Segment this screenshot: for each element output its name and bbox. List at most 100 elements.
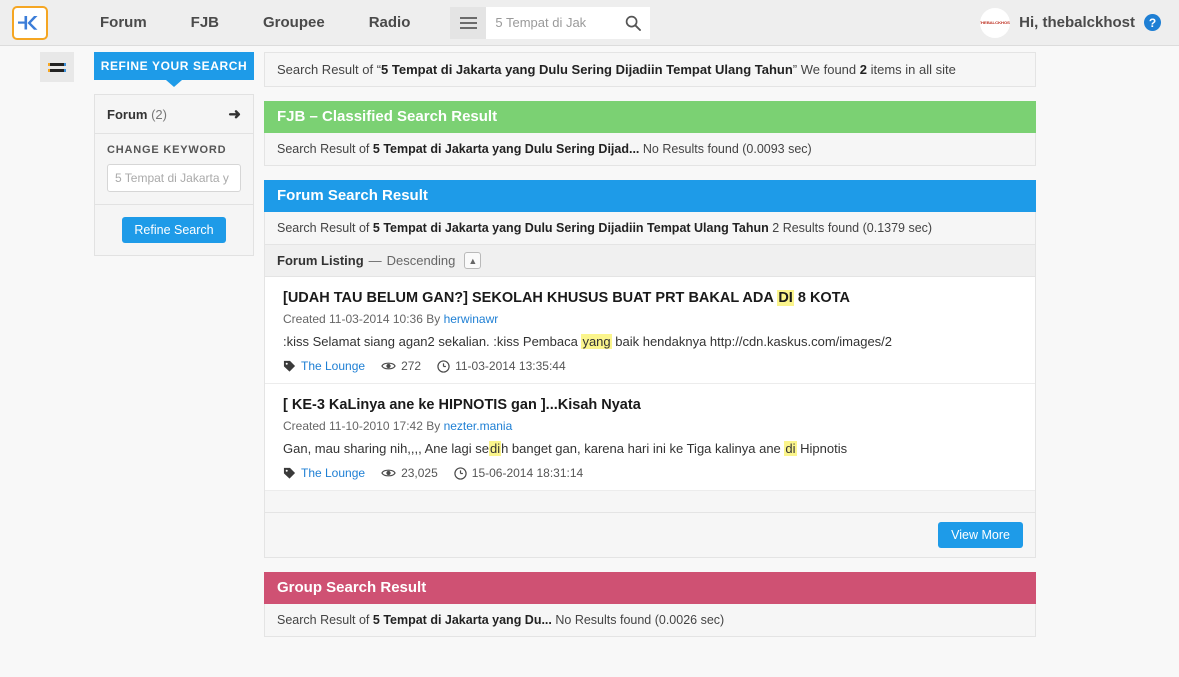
result-author-link[interactable]: herwinawr (444, 312, 499, 326)
fjb-sub-query: 5 Tempat di Jakarta yang Dulu Sering Dij… (372, 142, 640, 156)
result-forum-tag[interactable]: The Lounge (283, 359, 365, 373)
snippet-highlight: di (488, 441, 502, 456)
result-timestamp-value: 11-03-2014 13:35:44 (455, 359, 566, 373)
keyword-input[interactable]: 5 Tempat di Jakarta y (107, 164, 241, 192)
result-title[interactable]: [UDAH TAU BELUM GAN?] SEKOLAH KHUSUS BUA… (283, 289, 883, 308)
forum-panel-summary: Search Result of 5 Tempat di Jakarta yan… (264, 212, 1036, 245)
nav-item-forum[interactable]: Forum (78, 14, 169, 31)
eye-icon (381, 469, 396, 477)
help-icon[interactable]: ? (1144, 14, 1161, 31)
group-sub-suffix: No Results found (0.0026 sec) (551, 613, 725, 627)
sidebar-toggle-hamburger-icon[interactable] (40, 52, 74, 82)
refine-search-button[interactable]: Refine Search (122, 217, 226, 243)
result-snippet: :kiss Selamat siang agan2 sekalian. :kis… (283, 333, 1017, 351)
result-views: 23,025 (381, 466, 438, 480)
forum-listing-bar: Forum Listing — Descending ▲ (264, 245, 1036, 277)
result-item[interactable]: [ KE-3 KaLinya ane ke HIPNOTIS gan ]...K… (265, 384, 1035, 491)
result-title-post: 8 KOTA (793, 290, 850, 306)
fjb-panel: FJB – Classified Search Result Search Re… (264, 101, 1036, 166)
result-forum-tag[interactable]: The Lounge (283, 466, 365, 480)
nav-item-groupee[interactable]: Groupee (241, 14, 347, 31)
kaskus-logo[interactable] (12, 5, 48, 40)
result-forum-link[interactable]: The Lounge (301, 466, 365, 480)
snippet-highlight-2: di (784, 441, 797, 456)
search-bar: 5 Tempat di Jak (450, 6, 651, 39)
main-content: Search Result of “5 Tempat di Jakarta ya… (264, 52, 1036, 637)
change-keyword-section: CHANGE KEYWORD 5 Tempat di Jakarta y (95, 134, 253, 205)
refine-panel: Forum (2) ➜ CHANGE KEYWORD 5 Tempat di J… (94, 94, 254, 256)
result-forum-link[interactable]: The Lounge (301, 359, 365, 373)
result-views-count: 23,025 (401, 466, 438, 480)
result-timestamp: 11-03-2014 13:35:44 (437, 359, 566, 373)
result-created-label: Created 11-03-2014 10:36 By (283, 312, 444, 326)
sidebar-forum-count: (2) (151, 106, 167, 122)
sort-direction-toggle-icon[interactable]: ▲ (464, 252, 482, 269)
search-button[interactable] (616, 6, 651, 39)
avatar-text: THEBALCKHOST (980, 20, 1010, 25)
result-title-highlight: DI (777, 290, 794, 306)
forum-results-footer: View More (264, 513, 1036, 558)
user-greeting: Hi, thebalckhost (1019, 14, 1135, 31)
snippet-post: h banget gan, karena hari ini ke Tiga ka… (501, 441, 785, 456)
fjb-sub-prefix: Search Result of (277, 142, 373, 156)
group-panel-title: Group Search Result (264, 572, 1036, 604)
summary-middle: ” We found (792, 62, 860, 77)
view-more-button[interactable]: View More (938, 522, 1023, 548)
result-timestamp-value: 15-06-2014 18:31:14 (471, 466, 584, 480)
user-area[interactable]: THEBALCKHOST Hi, thebalckhost ? (980, 7, 1161, 38)
sidebar-forum-label: Forum (107, 106, 148, 122)
change-keyword-label: CHANGE KEYWORD (107, 144, 227, 156)
result-meta: The Lounge 23,025 15-06-2014 18:31:14 (283, 466, 1017, 480)
result-created: Created 11-03-2014 10:36 By herwinawr (283, 312, 1017, 326)
result-created: Created 11-10-2010 17:42 By nezter.mania (283, 419, 1017, 433)
clock-icon (437, 359, 450, 373)
tag-icon (283, 467, 296, 479)
nav-item-fjb[interactable]: FJB (169, 14, 241, 31)
fjb-sub-suffix: No Results found (0.0093 sec) (639, 142, 812, 156)
nav-item-radio[interactable]: Radio (347, 14, 433, 31)
result-author-link[interactable]: nezter.mania (444, 419, 513, 433)
fjb-panel-summary: Search Result of 5 Tempat di Jakarta yan… (264, 133, 1036, 166)
tag-icon (283, 360, 296, 372)
forum-listing-sep: — (368, 253, 382, 268)
summary-query: 5 Tempat di Jakarta yang Dulu Sering Dij… (381, 62, 793, 77)
summary-suffix: items in all site (866, 62, 956, 77)
arrow-right-icon: ➜ (228, 106, 241, 123)
main-nav: Forum FJB Groupee Radio (78, 14, 432, 31)
search-input[interactable]: 5 Tempat di Jak (486, 6, 617, 39)
forum-results-list: [UDAH TAU BELUM GAN?] SEKOLAH KHUSUS BUA… (264, 277, 1036, 491)
search-icon (626, 15, 642, 31)
forum-panel: Forum Search Result Search Result of 5 T… (264, 180, 1036, 558)
group-panel-summary: Search Result of 5 Tempat di Jakarta yan… (264, 604, 1036, 637)
refine-button-row: Refine Search (95, 205, 253, 255)
menu-hamburger-icon[interactable] (450, 6, 487, 39)
result-timestamp: 15-06-2014 18:31:14 (454, 466, 583, 480)
clock-icon (454, 466, 467, 480)
keyword-input-value: 5 Tempat di Jakarta y (115, 171, 229, 185)
result-title[interactable]: [ KE-3 KaLinya ane ke HIPNOTIS gan ]...K… (283, 396, 883, 415)
snippet-pre: :kiss Selamat siang agan2 sekalian. :kis… (283, 334, 582, 349)
kaskus-k-icon (18, 15, 38, 30)
result-views-count: 272 (401, 359, 422, 373)
result-views: 272 (381, 359, 421, 373)
result-item[interactable]: [UDAH TAU BELUM GAN?] SEKOLAH KHUSUS BUA… (265, 277, 1035, 384)
forum-listing-order: Descending (386, 253, 456, 268)
search-input-value: 5 Tempat di Jak (495, 15, 587, 30)
group-sub-query: 5 Tempat di Jakarta yang Du... (372, 613, 552, 627)
sidebar-item-forum[interactable]: Forum (2) ➜ (95, 95, 253, 134)
fjb-panel-title: FJB – Classified Search Result (264, 101, 1036, 133)
snippet-post-2: Hipnotis (796, 441, 848, 456)
summary-prefix: Search Result of “ (277, 62, 382, 77)
refine-search-header[interactable]: REFINE YOUR SEARCH (94, 52, 254, 80)
refine-sidebar: REFINE YOUR SEARCH Forum (2) ➜ CHANGE KE… (94, 52, 254, 256)
result-title-pre: [UDAH TAU BELUM GAN?] SEKOLAH KHUSUS BUA… (283, 290, 778, 306)
snippet-pre: Gan, mau sharing nih,,,, Ane lagi se (283, 441, 489, 456)
forum-sub-prefix: Search Result of (277, 221, 373, 235)
avatar[interactable]: THEBALCKHOST (980, 7, 1011, 38)
eye-icon (381, 362, 396, 370)
group-panel: Group Search Result Search Result of 5 T… (264, 572, 1036, 637)
snippet-post: baik hendaknya http://cdn.kaskus.com/ima… (611, 334, 893, 349)
group-sub-prefix: Search Result of (277, 613, 373, 627)
forum-panel-title: Forum Search Result (264, 180, 1036, 212)
result-meta: The Lounge 272 11-03-2014 13:35:44 (283, 359, 1017, 373)
